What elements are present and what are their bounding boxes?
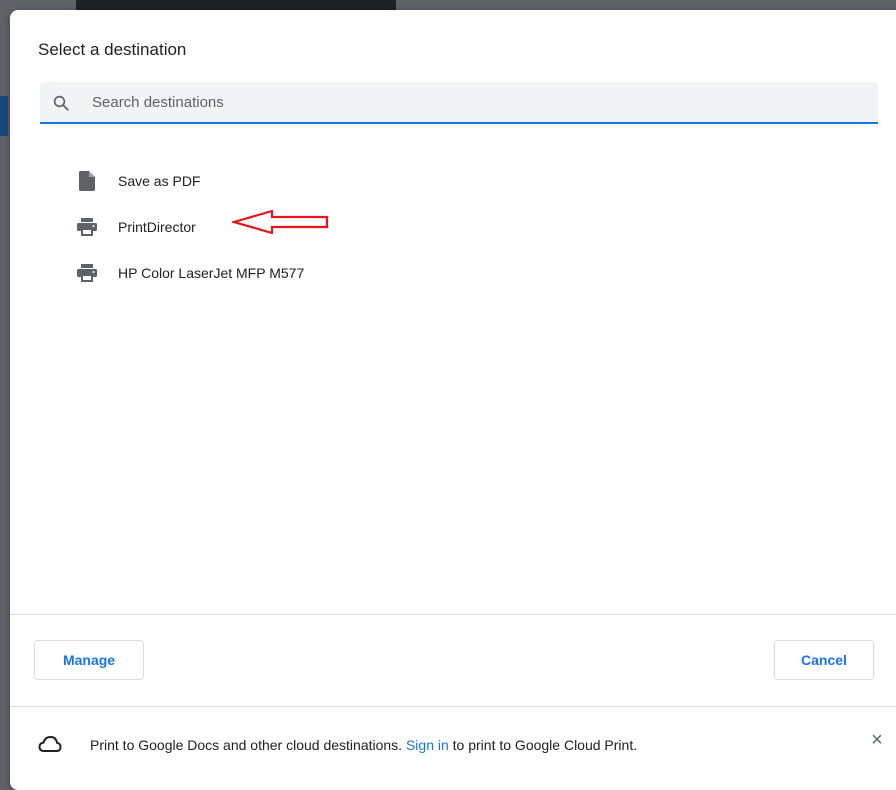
destination-label: Save as PDF bbox=[118, 173, 201, 189]
footer-text-after: to print to Google Cloud Print. bbox=[448, 737, 638, 753]
search-icon bbox=[53, 95, 69, 111]
destination-list: Save as PDF PrintDirector HP Color Laser… bbox=[70, 158, 670, 296]
sign-in-link[interactable]: Sign in bbox=[406, 737, 449, 753]
annotation-arrow-icon bbox=[232, 210, 329, 234]
cloud-icon bbox=[38, 735, 62, 752]
pdf-file-icon bbox=[76, 170, 98, 192]
cancel-button[interactable]: Cancel bbox=[774, 640, 874, 680]
printer-icon bbox=[76, 262, 98, 284]
dialog-title: Select a destination bbox=[38, 40, 187, 59]
search-input[interactable] bbox=[92, 82, 852, 122]
select-destination-dialog: Select a destination Save as PDF bbox=[10, 10, 896, 790]
background-window-edge bbox=[0, 96, 8, 136]
destination-printdirector[interactable]: PrintDirector bbox=[70, 204, 670, 250]
divider bbox=[10, 614, 896, 615]
search-box[interactable] bbox=[40, 82, 878, 124]
cloud-print-footer: Print to Google Docs and other cloud des… bbox=[10, 707, 896, 787]
destination-label: PrintDirector bbox=[118, 219, 196, 235]
manage-button[interactable]: Manage bbox=[34, 640, 144, 680]
destination-hp-color-laserjet[interactable]: HP Color LaserJet MFP M577 bbox=[70, 250, 670, 296]
destination-save-as-pdf[interactable]: Save as PDF bbox=[70, 158, 670, 204]
printer-icon bbox=[76, 216, 98, 238]
close-icon[interactable]: × bbox=[868, 730, 886, 750]
footer-message: Print to Google Docs and other cloud des… bbox=[90, 737, 637, 753]
destination-label: HP Color LaserJet MFP M577 bbox=[118, 265, 305, 281]
footer-text-before: Print to Google Docs and other cloud des… bbox=[90, 737, 406, 753]
